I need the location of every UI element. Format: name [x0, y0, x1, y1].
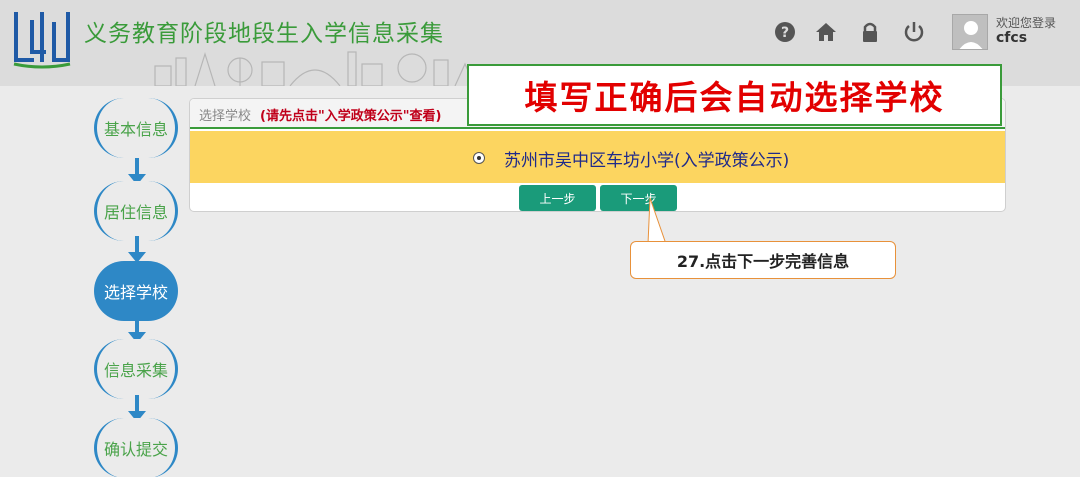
school-radio-button[interactable]	[473, 152, 485, 164]
step-label: 基本信息	[103, 120, 168, 139]
step-info-collection[interactable]: 信息采集	[94, 339, 178, 399]
panel-heading: 选择学校	[199, 109, 252, 124]
app-title: 义务教育阶段地段生入学信息采集	[84, 21, 444, 47]
step-select-school[interactable]: 选择学校	[94, 261, 178, 321]
home-icon[interactable]	[814, 20, 838, 44]
banner-text: 填写正确后会自动选择学校	[524, 78, 945, 117]
policy-link[interactable]: (入学政策公示)	[674, 151, 789, 171]
step-basic-info[interactable]: 基本信息	[94, 98, 178, 158]
power-icon[interactable]	[902, 20, 926, 44]
school-option: 苏州市吴中区车坊小学(入学政策公示)	[504, 146, 789, 171]
step-confirm-submit[interactable]: 确认提交	[94, 418, 178, 477]
svg-text:?: ?	[781, 25, 789, 41]
app-window: 义务教育阶段地段生入学信息采集 ? 欢迎您登录 cfcs 基本信息 居住信息 选…	[0, 0, 1080, 477]
help-icon[interactable]: ?	[773, 20, 797, 44]
step-label: 居住信息	[103, 203, 168, 222]
step-label: 选择学校	[103, 283, 168, 302]
username[interactable]: cfcs	[996, 30, 1027, 46]
step-label: 信息采集	[103, 361, 168, 380]
user-avatar-icon[interactable]	[952, 14, 988, 50]
step-residence-info[interactable]: 居住信息	[94, 181, 178, 241]
annotation-banner: 填写正确后会自动选择学校	[467, 64, 1002, 126]
callout-pointer	[647, 197, 667, 244]
school-name: 苏州市吴中区车坊小学	[504, 151, 674, 171]
prev-step-button[interactable]: 上一步	[519, 185, 596, 211]
arrow-down-icon	[128, 236, 146, 263]
logo-icon	[13, 12, 71, 69]
annotation-callout: 27.点击下一步完善信息	[630, 241, 896, 279]
lock-icon[interactable]	[858, 20, 882, 44]
callout-text: 27.点击下一步完善信息	[676, 252, 850, 271]
welcome-text: 欢迎您登录	[996, 16, 1057, 30]
policy-note: (请先点击"入学政策公示"查看)	[260, 109, 442, 124]
school-option-row[interactable]: 苏州市吴中区车坊小学(入学政策公示)	[190, 131, 1005, 183]
city-skyline-decoration	[154, 51, 505, 86]
step-label: 确认提交	[103, 440, 168, 459]
